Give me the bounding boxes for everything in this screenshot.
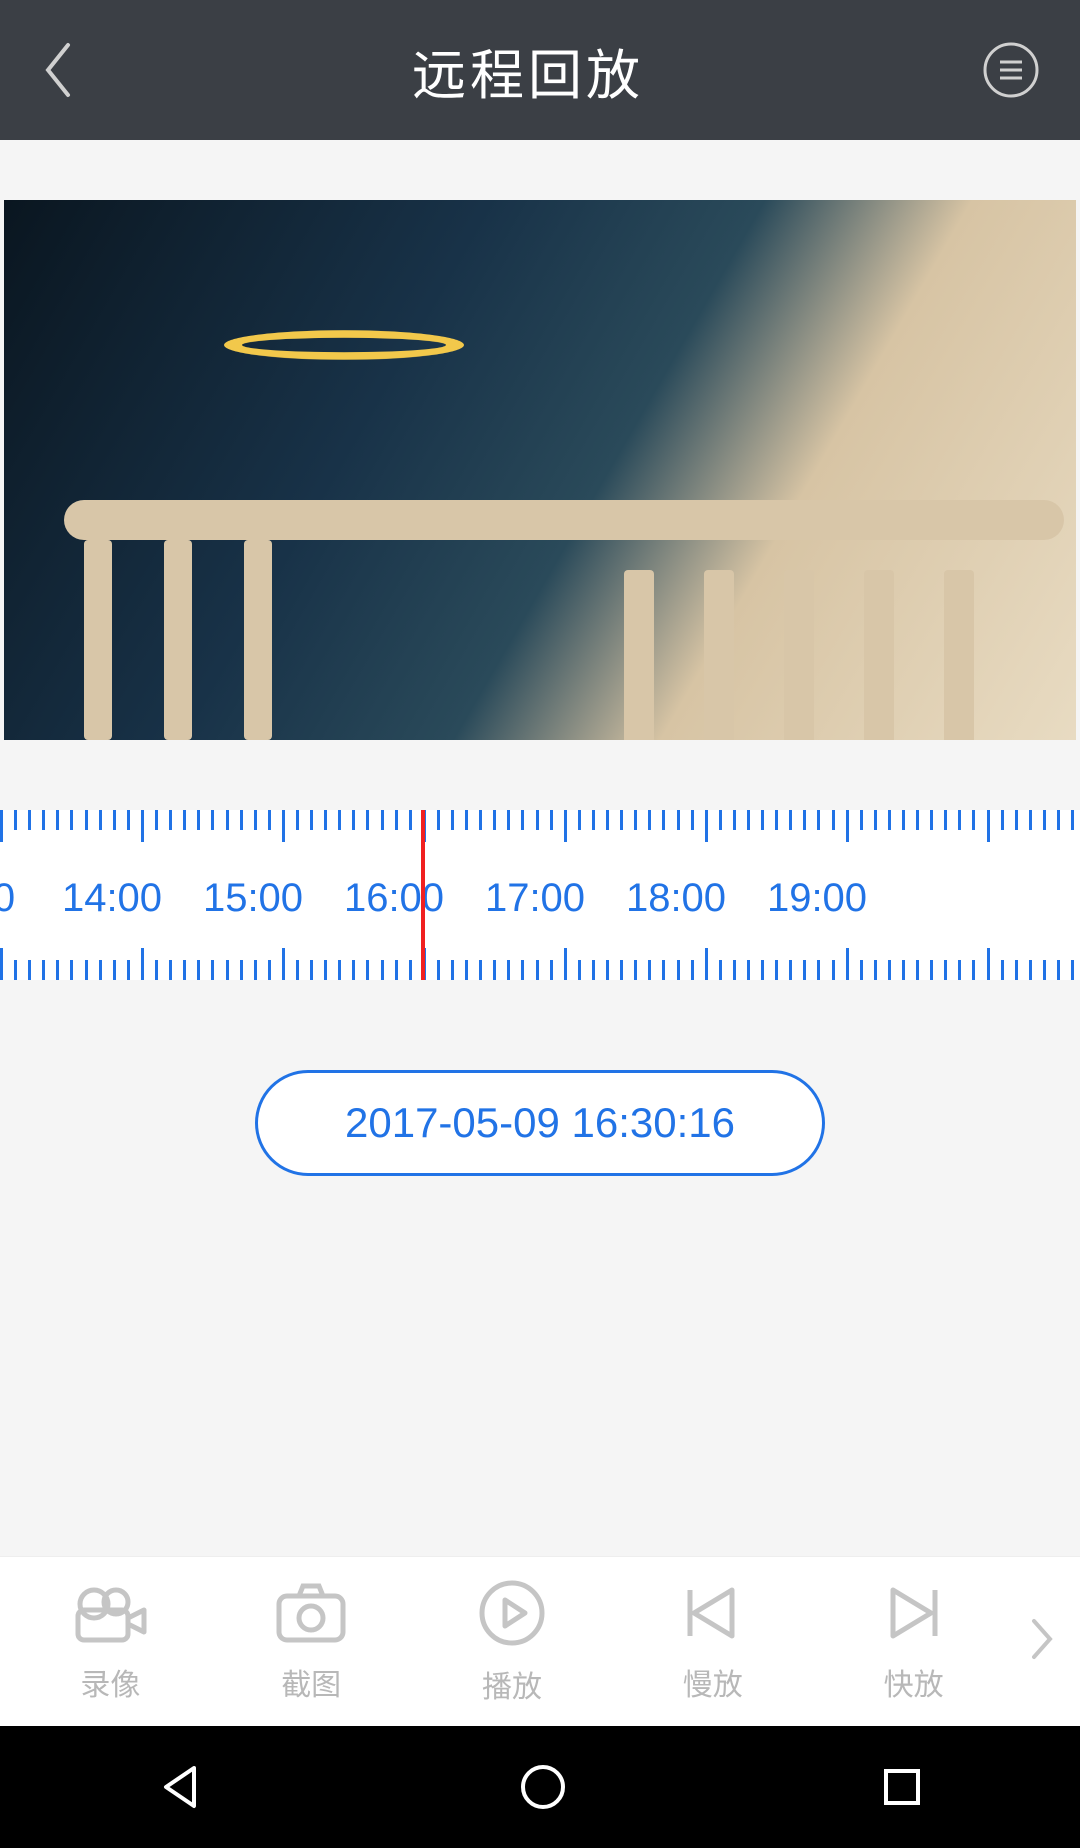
play-label: 播放	[482, 1662, 542, 1706]
record-icon	[72, 1580, 148, 1646]
menu-button[interactable]	[982, 41, 1040, 99]
nav-home-button[interactable]	[516, 1760, 570, 1814]
camera-icon	[273, 1580, 349, 1646]
datetime-display[interactable]: 2017-05-09 16:30:16	[255, 1070, 825, 1176]
timeline-label: 15:00	[203, 876, 303, 921]
nav-back-button[interactable]	[154, 1760, 208, 1814]
fast-label: 快放	[884, 1660, 944, 1704]
slow-button[interactable]: 慢放	[612, 1580, 813, 1704]
header: 远程回放	[0, 0, 1080, 140]
timeline-label: 17:00	[485, 876, 585, 921]
timeline-label: 18:00	[626, 876, 726, 921]
timeline[interactable]: 0 14:00 15:00 16:00 17:00 18:00 19:00	[0, 810, 1080, 980]
timeline-cursor[interactable]	[421, 810, 425, 980]
timeline-label: 16:00	[344, 876, 444, 921]
system-navbar	[0, 1726, 1080, 1848]
record-label: 录像	[80, 1660, 140, 1704]
datetime-text: 2017-05-09 16:30:16	[345, 1099, 735, 1147]
chevron-right-icon	[1030, 1617, 1054, 1666]
more-controls-button[interactable]	[1014, 1617, 1070, 1666]
play-icon	[477, 1578, 547, 1648]
record-button[interactable]: 录像	[10, 1580, 211, 1704]
timeline-label: 14:00	[62, 876, 162, 921]
timeline-label: 0	[0, 876, 15, 921]
slow-icon	[680, 1580, 746, 1646]
screenshot-button[interactable]: 截图	[211, 1580, 412, 1704]
play-button[interactable]: 播放	[412, 1578, 613, 1706]
nav-recents-button[interactable]	[878, 1763, 926, 1811]
fast-button[interactable]: 快放	[813, 1580, 1014, 1704]
timeline-label: 19:00	[767, 876, 867, 921]
screenshot-label: 截图	[281, 1660, 341, 1704]
back-button[interactable]	[40, 41, 74, 99]
video-area	[0, 140, 1080, 740]
bottom-toolbar: 录像 截图 播放 慢放 快放	[0, 1556, 1080, 1726]
slow-label: 慢放	[683, 1660, 743, 1704]
page-title: 远程回放	[412, 31, 644, 110]
video-frame[interactable]	[4, 200, 1076, 740]
fast-icon	[881, 1580, 947, 1646]
